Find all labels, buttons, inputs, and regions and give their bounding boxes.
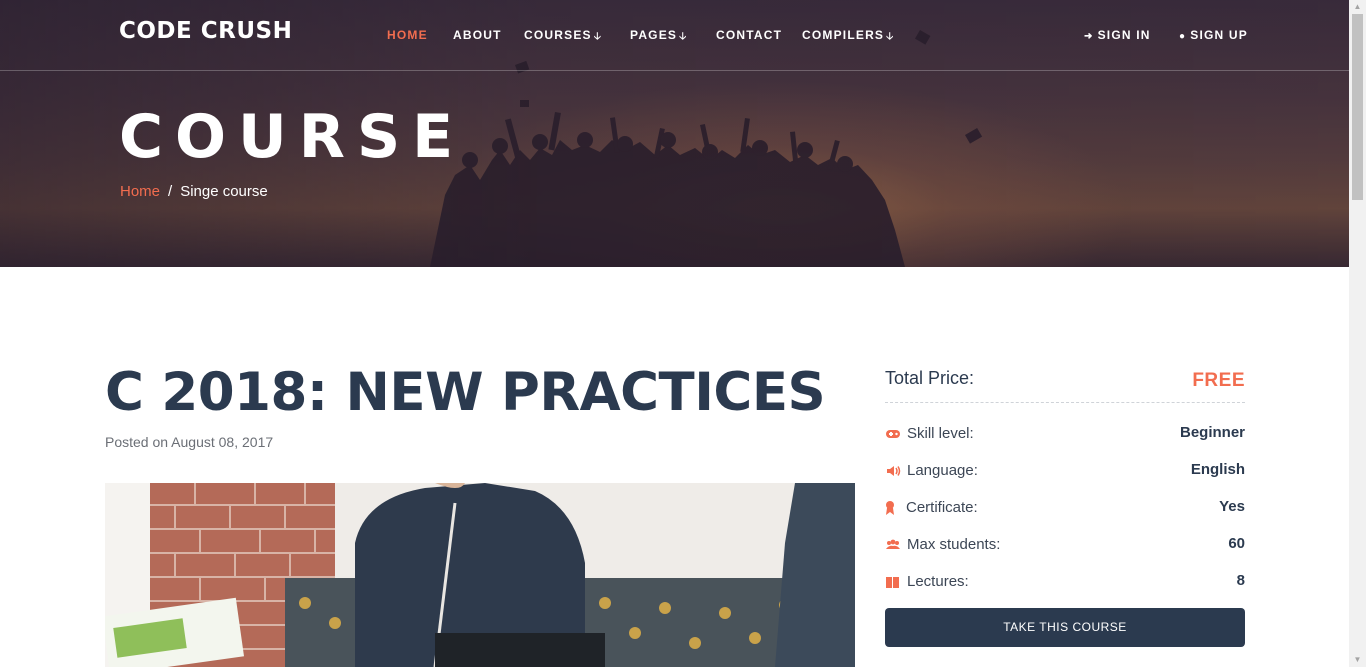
skill-level-label: Skill level: — [907, 425, 974, 442]
lectures-label: Lectures: — [907, 573, 969, 590]
course-photo-illustration — [105, 483, 855, 667]
course-image — [105, 483, 855, 667]
breadcrumb-home-link[interactable]: Home — [120, 183, 160, 200]
price-label: Total Price: — [885, 368, 975, 388]
scroll-down-icon[interactable]: ▼ — [1353, 655, 1362, 665]
max-students-value: 60 — [1228, 535, 1245, 552]
award-icon — [886, 501, 894, 515]
posted-date: Posted on August 08, 2017 — [105, 434, 274, 450]
skill-level-value: Beginner — [1179, 424, 1245, 441]
top-navbar: CODE CRUSH HOME ABOUT COURSES 🡣 PAGES 🡣 CO… — [0, 0, 1349, 71]
nav-about[interactable]: ABOUT — [453, 28, 502, 42]
chevron-down-icon: 🡣 — [593, 31, 603, 42]
chevron-down-icon: 🡣 — [886, 31, 895, 42]
page-scrollbar[interactable]: ▲ ▼ — [1349, 0, 1366, 667]
breadcrumb: Home / Singe course — [120, 183, 268, 200]
page-title: COURSE — [119, 102, 466, 172]
nav-courses[interactable]: COURSES 🡣 — [524, 28, 602, 46]
price-value: FREE — [1192, 370, 1245, 391]
sign-in-icon: ➜ — [1084, 31, 1094, 42]
nav-home[interactable]: HOME — [387, 28, 428, 42]
nav-compilers[interactable]: COMPILERS 🡣 — [802, 28, 895, 46]
language-row: Language: English — [885, 461, 1245, 485]
site-logo[interactable]: CODE CRUSH — [119, 18, 292, 44]
nav-contact[interactable]: CONTACT — [716, 28, 782, 42]
breadcrumb-current: Singe course — [180, 183, 268, 200]
gamepad-icon — [886, 430, 900, 438]
hero-banner: CODE CRUSH HOME ABOUT COURSES 🡣 PAGES 🡣 CO… — [0, 0, 1349, 267]
sign-in-link[interactable]: ➜ SIGN IN — [1084, 28, 1151, 42]
skill-level-row: Skill level: Beginner — [885, 424, 1245, 448]
language-label: Language: — [907, 462, 978, 479]
scroll-thumb[interactable] — [1352, 14, 1363, 200]
total-price-row: Total Price: FREE — [885, 368, 1245, 403]
sign-up-link[interactable]: ● SIGN UP — [1179, 28, 1248, 42]
nav-pages[interactable]: PAGES 🡣 — [630, 28, 688, 46]
lectures-row: Lectures: 8 — [885, 572, 1245, 596]
certificate-label: Certificate: — [906, 499, 978, 516]
chevron-down-icon: 🡣 — [679, 31, 688, 42]
certificate-value: Yes — [1219, 498, 1245, 515]
language-value: English — [1190, 461, 1245, 478]
breadcrumb-separator: / — [168, 183, 173, 200]
speaker-icon — [887, 466, 901, 476]
book-icon — [886, 577, 899, 588]
max-students-row: Max students: 60 — [885, 535, 1245, 559]
certificate-row: Certificate: Yes — [885, 498, 1245, 522]
users-icon — [886, 539, 900, 549]
max-students-label: Max students: — [907, 536, 1001, 553]
lectures-value: 8 — [1236, 572, 1245, 589]
course-title: C 2018: NEW PRACTICES — [105, 362, 826, 423]
take-course-button[interactable]: TAKE THIS COURSE — [885, 608, 1245, 647]
scroll-up-icon[interactable]: ▲ — [1353, 2, 1362, 12]
user-icon: ● — [1179, 31, 1187, 42]
